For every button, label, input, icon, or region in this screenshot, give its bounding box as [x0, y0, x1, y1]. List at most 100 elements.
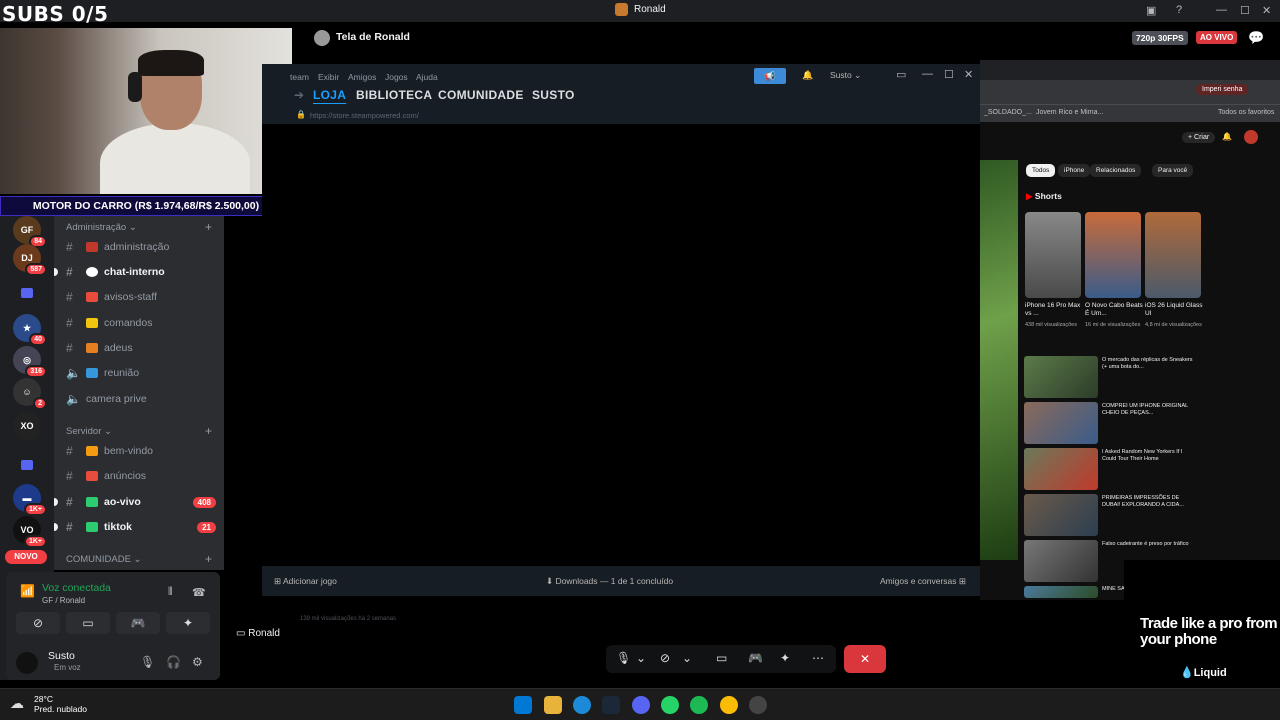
- video-thumbnail[interactable]: [1024, 586, 1098, 598]
- server-icon[interactable]: DJ 587: [13, 244, 47, 276]
- category-servidor[interactable]: Servidor ⌄: [66, 426, 112, 437]
- minimize-icon[interactable]: —: [922, 68, 933, 80]
- weather-icon[interactable]: ☁: [10, 695, 24, 712]
- channel-item[interactable]: # chat-interno: [54, 263, 216, 281]
- start-icon[interactable]: [514, 696, 532, 714]
- video-thumbnail[interactable]: [1024, 356, 1098, 398]
- camera-off-icon[interactable]: ⊘: [660, 651, 670, 665]
- server-icon[interactable]: GF 84: [13, 216, 47, 248]
- bell-icon[interactable]: 🔔: [1222, 132, 1232, 141]
- tab-biblioteca[interactable]: BIBLIOTECA: [356, 88, 432, 102]
- stop-stream-button[interactable]: ✕: [844, 645, 886, 673]
- user-menu[interactable]: Susto ⌄: [830, 70, 861, 81]
- screen-share-button[interactable]: ▭: [66, 612, 110, 634]
- video-thumbnail[interactable]: [1024, 494, 1098, 536]
- microphone-icon[interactable]: 🎙: [616, 651, 631, 665]
- add-channel-icon[interactable]: +: [205, 424, 212, 438]
- video-title[interactable]: COMPREI UM IPHONE ORIGINAL CHEIO DE PEÇA…: [1102, 403, 1196, 417]
- channel-item[interactable]: # tiktok 21: [54, 518, 216, 536]
- video-thumbnail[interactable]: [1024, 540, 1098, 582]
- channel-item[interactable]: # comandos: [66, 314, 216, 332]
- big-picture-icon[interactable]: ▭: [896, 68, 906, 81]
- voice-channel-item[interactable]: 🔈 camera prive: [66, 390, 216, 408]
- screen-share-icon[interactable]: ▭: [716, 651, 727, 665]
- avatar[interactable]: [1244, 130, 1258, 144]
- menu-item[interactable]: Exibir: [318, 72, 339, 82]
- channel-item[interactable]: # avisos-staff: [66, 288, 216, 306]
- more-icon[interactable]: ⋯: [812, 651, 824, 665]
- camera-button[interactable]: ⊘: [16, 612, 60, 634]
- video-title[interactable]: Falso cadeirante é preso por tráfico: [1102, 541, 1196, 548]
- soundboard-button[interactable]: ✦: [166, 612, 210, 634]
- bell-icon[interactable]: 🔔: [802, 70, 813, 81]
- close-icon[interactable]: ✕: [1262, 4, 1271, 17]
- spotify-icon[interactable]: [690, 696, 708, 714]
- video-thumbnail[interactable]: [1024, 402, 1098, 444]
- disconnect-icon[interactable]: ☎: [192, 586, 206, 599]
- incognito-badge[interactable]: Imperi senha: [1196, 84, 1249, 95]
- quality-badge[interactable]: 720p 30FPS: [1132, 31, 1188, 45]
- minimize-icon[interactable]: —: [1216, 4, 1227, 16]
- signal-icon[interactable]: 📶: [20, 584, 35, 598]
- forward-arrow-icon[interactable]: ➔: [294, 88, 304, 102]
- server-icon[interactable]: XO: [13, 412, 41, 440]
- channel-item[interactable]: # anúncios: [66, 467, 216, 485]
- add-game-button[interactable]: ⊞ Adicionar jogo: [274, 576, 337, 587]
- soundboard-icon[interactable]: ✦: [780, 651, 790, 665]
- menu-item[interactable]: team: [290, 72, 309, 82]
- chat-icon[interactable]: 💬: [1248, 30, 1264, 46]
- folder-icon[interactable]: [21, 460, 33, 470]
- chevron-down-icon[interactable]: ⌄: [636, 651, 646, 665]
- channel-item[interactable]: # ao-vivo 408: [54, 493, 216, 511]
- close-icon[interactable]: ✕: [964, 68, 973, 81]
- activity-icon[interactable]: 🎮: [748, 651, 763, 665]
- short-title[interactable]: iOS 26 Liquid Glass UI: [1145, 302, 1203, 318]
- chip[interactable]: Para você: [1152, 164, 1194, 177]
- weather-widget[interactable]: 28°C Pred. nublado: [34, 694, 87, 714]
- video-player[interactable]: [980, 160, 1018, 560]
- headphones-icon[interactable]: 🎧: [166, 655, 181, 669]
- video-title[interactable]: I Asked Random New Yorkers If I Could To…: [1102, 449, 1196, 463]
- folder-icon[interactable]: [21, 288, 33, 298]
- add-channel-icon[interactable]: +: [205, 220, 212, 234]
- tab-loja[interactable]: LOJA: [313, 88, 346, 102]
- settings-icon[interactable]: ⚙: [192, 655, 203, 669]
- friends-chat-button[interactable]: Amigos e conversas ⊞: [880, 576, 966, 587]
- create-button[interactable]: + Criar: [1182, 132, 1216, 143]
- activity-button[interactable]: 🎮: [116, 612, 160, 634]
- app-icon[interactable]: [749, 696, 767, 714]
- file-explorer-icon[interactable]: [544, 696, 562, 714]
- channel-item[interactable]: # adeus: [66, 339, 216, 357]
- server-icon[interactable]: VO 1K+: [13, 516, 47, 548]
- help-icon[interactable]: ?: [1176, 4, 1182, 16]
- chevron-down-icon[interactable]: ⌄: [682, 651, 692, 665]
- menu-item[interactable]: Jogos: [385, 72, 408, 82]
- channel-item[interactable]: # administração: [66, 238, 216, 256]
- chip[interactable]: iPhone: [1058, 164, 1091, 177]
- category-admin[interactable]: Administração ⌄: [66, 222, 137, 233]
- voice-channel-item[interactable]: 🔈 reunião: [66, 364, 216, 382]
- address-bar[interactable]: Imperi senha: [980, 80, 1280, 104]
- short-thumbnail[interactable]: [1025, 212, 1081, 298]
- add-channel-icon[interactable]: +: [205, 552, 212, 566]
- inbox-icon[interactable]: ▣: [1146, 4, 1156, 17]
- discord-icon[interactable]: [632, 696, 650, 714]
- video-title[interactable]: O mercado das réplicas de Sneakers (+ um…: [1102, 357, 1196, 371]
- url-bar[interactable]: https://store.steampowered.com/: [310, 111, 419, 120]
- category-comunidade[interactable]: COMUNIDADE ⌄: [66, 554, 142, 565]
- tab-comunidade[interactable]: COMUNIDADE: [438, 88, 524, 102]
- menu-item[interactable]: Amigos: [348, 72, 376, 82]
- short-title[interactable]: iPhone 16 Pro Max vs ...: [1025, 302, 1083, 318]
- whatsapp-icon[interactable]: [661, 696, 679, 714]
- chrome-icon[interactable]: [720, 696, 738, 714]
- channel-item[interactable]: # bem-vindo: [66, 442, 216, 460]
- chip[interactable]: Todos: [1026, 164, 1056, 177]
- video-title[interactable]: PRIMEIRAS IMPRESSÕES DE DUBAI! EXPLORAND…: [1102, 495, 1196, 509]
- avatar[interactable]: [16, 652, 38, 674]
- maximize-icon[interactable]: ☐: [944, 68, 954, 81]
- short-thumbnail[interactable]: [1085, 212, 1141, 298]
- server-icon[interactable]: ◎ 316: [13, 346, 47, 378]
- server-icon[interactable]: ★ 40: [13, 314, 47, 346]
- downloads-status[interactable]: ⬇ Downloads — 1 de 1 concluído: [546, 576, 673, 587]
- chip[interactable]: Relacionados: [1090, 164, 1142, 177]
